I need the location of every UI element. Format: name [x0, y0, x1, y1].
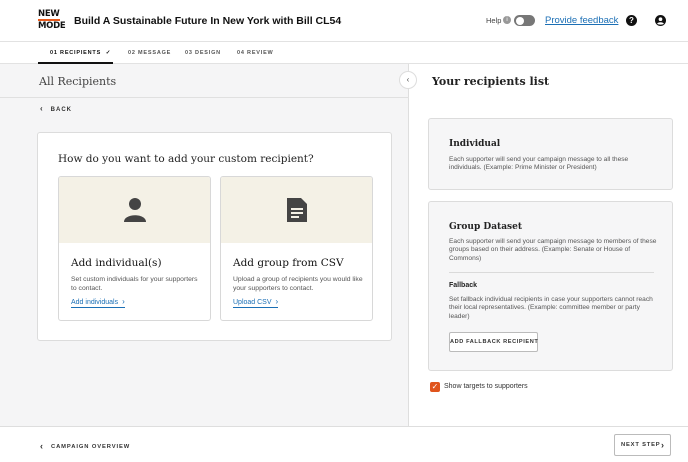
show-targets-checkbox[interactable]: ✓: [430, 382, 440, 392]
document-icon: [287, 198, 307, 222]
fallback-title: Fallback: [449, 282, 478, 289]
chevron-right-icon: ›: [122, 297, 125, 306]
campaign-overview-label: CAMPAIGN OVERVIEW: [51, 444, 131, 450]
chevron-left-icon: ‹: [40, 441, 43, 451]
person-icon: [124, 198, 146, 222]
campaign-overview-button[interactable]: ‹ CAMPAIGN OVERVIEW: [40, 441, 130, 451]
add-individuals-option[interactable]: Add individual(s) Set custom individuals…: [58, 176, 211, 321]
help-label: Help: [486, 16, 502, 25]
chevron-right-icon: ›: [275, 297, 279, 306]
link-label: Upload CSV: [233, 299, 272, 306]
add-individuals-link[interactable]: Add individuals ›: [71, 297, 125, 308]
add-fallback-recipient-button[interactable]: ADD FALLBACK RECIPIENT: [449, 332, 538, 352]
group-dataset-description: Each supporter will send your campaign m…: [449, 238, 657, 262]
group-dataset-box: Group Dataset Each supporter will send y…: [428, 201, 673, 371]
recipients-panel-header: All Recipients: [0, 64, 409, 98]
logo-text-bottom: MODE: [38, 19, 66, 31]
step-message[interactable]: 02 MESSAGE: [128, 50, 171, 56]
show-targets-label: Show targets to supporters: [444, 383, 528, 390]
step-design[interactable]: 03 DESIGN: [185, 50, 221, 56]
option-title: Add individual(s): [71, 257, 162, 269]
individual-title: Individual: [449, 139, 501, 149]
recipients-list-panel: Your recipients list Individual Each sup…: [410, 64, 688, 426]
logo-text-top: NEW: [38, 9, 60, 19]
step-navigation: 01 RECIPIENTS ✓ 02 MESSAGE 03 DESIGN 04 …: [0, 42, 688, 64]
option-icon-area: [221, 177, 372, 243]
back-label: BACK: [50, 107, 73, 113]
campaign-title: Build A Sustainable Future In New York w…: [74, 15, 342, 27]
back-button[interactable]: ‹ BACK: [40, 104, 72, 113]
page-title: All Recipients: [39, 75, 117, 88]
link-label: Add individuals: [71, 299, 119, 306]
add-recipient-question: How do you want to add your custom recip…: [58, 153, 314, 165]
step-recipients[interactable]: 01 RECIPIENTS ✓: [50, 50, 111, 56]
fallback-description: Set fallback individual recipients in ca…: [449, 296, 653, 320]
help-toggle[interactable]: [514, 15, 535, 26]
step-label: 01 RECIPIENTS: [50, 50, 102, 56]
chevron-right-icon: ›: [661, 440, 664, 450]
info-icon: i: [503, 16, 511, 24]
collapse-panel-button[interactable]: ‹: [399, 71, 417, 89]
account-icon[interactable]: [655, 15, 666, 26]
step-review[interactable]: 04 REVIEW: [237, 50, 274, 56]
option-icon-area: [59, 177, 210, 243]
option-title: Add group from CSV: [233, 257, 344, 269]
group-dataset-title: Group Dataset: [449, 222, 522, 232]
divider: [449, 272, 654, 273]
option-description: Upload a group of recipients you would l…: [233, 276, 363, 292]
step-check-icon: ✓: [105, 50, 112, 56]
newmode-logo[interactable]: NEW MODE: [38, 9, 66, 31]
next-step-label: NEXT STEP: [621, 442, 661, 448]
provide-feedback-link[interactable]: Provide feedback: [545, 15, 618, 26]
footer-bar: ‹ CAMPAIGN OVERVIEW NEXT STEP ›: [0, 426, 688, 462]
option-description: Set custom individuals for your supporte…: [71, 276, 198, 292]
individual-box: Individual Each supporter will send your…: [428, 118, 673, 190]
add-group-csv-option[interactable]: Add group from CSV Upload a group of rec…: [220, 176, 373, 321]
individual-description: Each supporter will send your campaign m…: [449, 156, 629, 172]
add-recipient-card: How do you want to add your custom recip…: [37, 132, 392, 341]
next-step-button[interactable]: NEXT STEP ›: [614, 434, 671, 456]
recipients-panel: All Recipients ‹ ‹ BACK How do you want t…: [0, 64, 417, 426]
upload-csv-link[interactable]: Upload CSV ›: [233, 297, 279, 308]
top-header: NEW MODE Build A Sustainable Future In N…: [0, 0, 688, 42]
chevron-left-icon: ‹: [40, 104, 43, 113]
recipients-list-title: Your recipients list: [432, 75, 550, 88]
help-question-icon[interactable]: ?: [626, 15, 637, 26]
toggle-knob: [515, 16, 524, 25]
